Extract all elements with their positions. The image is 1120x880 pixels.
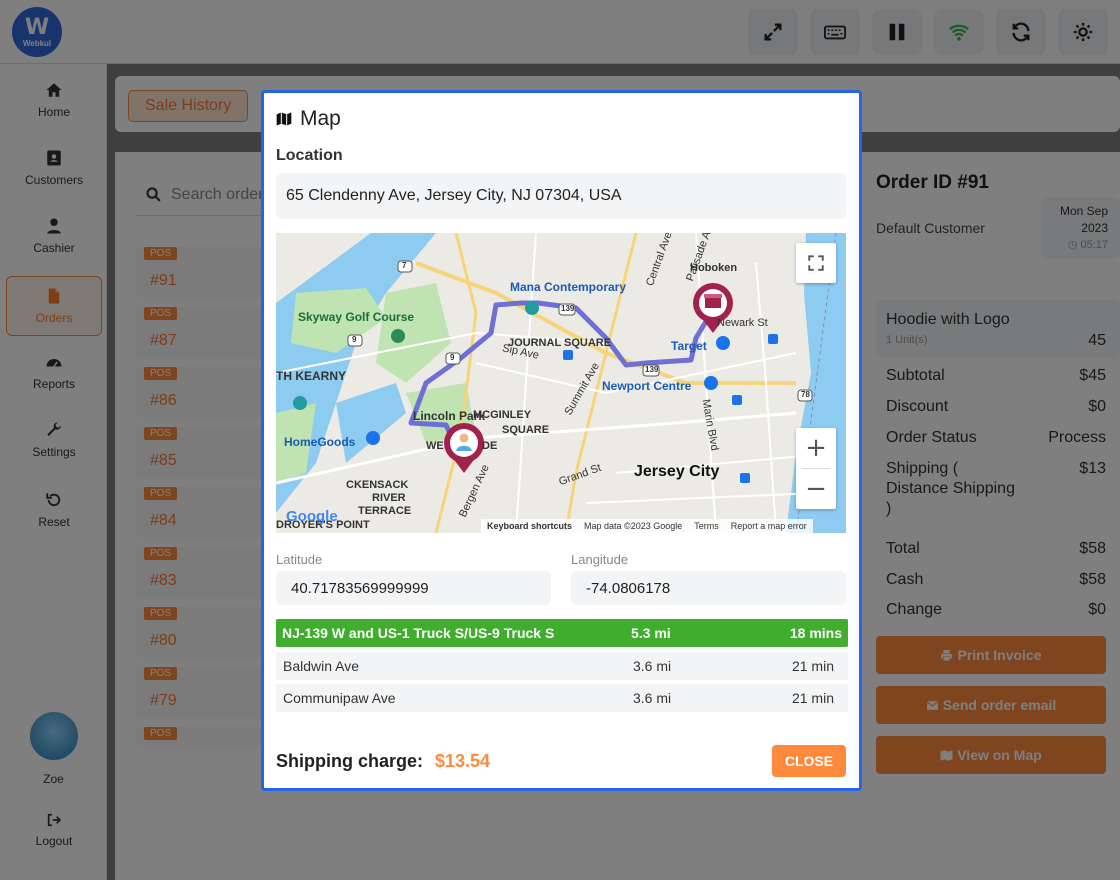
latitude-label: Latitude <box>276 552 323 567</box>
route-option[interactable]: Baldwin Ave 3.6 mi 21 min <box>276 652 848 680</box>
location-field[interactable]: 65 Clendenny Ave, Jersey City, NJ 07304,… <box>276 173 846 219</box>
map-label: Newport Centre <box>602 379 692 393</box>
map-label: Jersey City <box>634 463 720 480</box>
modal-title: Map <box>276 107 341 131</box>
fullscreen-icon <box>808 255 824 271</box>
keyboard-shortcuts-link[interactable]: Keyboard shortcuts <box>487 521 572 531</box>
map-label: CKENSACK <box>346 479 409 491</box>
map-label: DE <box>482 440 498 452</box>
map-label: SQUARE <box>502 424 550 436</box>
route-option[interactable]: NJ-139 W and US-1 Truck S/US-9 Truck S 5… <box>276 619 848 647</box>
map-label: Mana Contemporary <box>510 280 627 294</box>
map-label: TH KEARNY <box>276 369 347 383</box>
map-footer: Keyboard shortcuts Map data ©2023 Google… <box>481 519 813 533</box>
map-label: 78 <box>801 390 810 399</box>
shipping-amount: $13.54 <box>435 751 491 771</box>
map-label: WE <box>426 440 444 452</box>
report-error-link[interactable]: Report a map error <box>731 521 807 531</box>
map-zoom-controls: + − <box>796 428 836 509</box>
terms-link[interactable]: Terms <box>694 521 719 531</box>
map-label: TERRACE <box>358 505 412 517</box>
map-fullscreen-button[interactable] <box>796 243 836 283</box>
map-label: 9 <box>450 353 455 362</box>
map-label: Newark St <box>717 317 768 329</box>
zoom-out-button[interactable]: − <box>796 469 836 509</box>
map-label: 139 <box>561 304 575 313</box>
map-label: Target <box>671 339 707 353</box>
map-label: 9 <box>352 335 357 344</box>
map-label: RIVER <box>372 492 406 504</box>
map-label: Skyway Golf Course <box>298 310 415 324</box>
map-modal: Map Location 65 Clendenny Ave, Jersey Ci… <box>261 90 862 791</box>
zoom-in-button[interactable]: + <box>796 428 836 468</box>
longitude-field[interactable]: -74.0806178 <box>571 571 846 605</box>
map-view[interactable]: Hoboken Mana Contemporary Skyway Golf Co… <box>276 233 846 533</box>
latitude-field[interactable]: 40.71783569999999 <box>276 571 551 605</box>
map-label: HomeGoods <box>284 435 356 449</box>
route-option[interactable]: Communipaw Ave 3.6 mi 21 min <box>276 684 848 712</box>
shipping-charge: Shipping charge: $13.54 <box>276 751 491 771</box>
map-label: MCGINLEY <box>473 409 532 421</box>
map-label: 7 <box>402 261 407 270</box>
map-icon <box>276 112 292 126</box>
longitude-label: Langitude <box>571 552 629 567</box>
location-label: Location <box>276 147 343 164</box>
map-label: 139 <box>645 365 659 374</box>
close-button[interactable]: CLOSE <box>772 745 846 777</box>
google-logo: Google <box>286 508 338 525</box>
